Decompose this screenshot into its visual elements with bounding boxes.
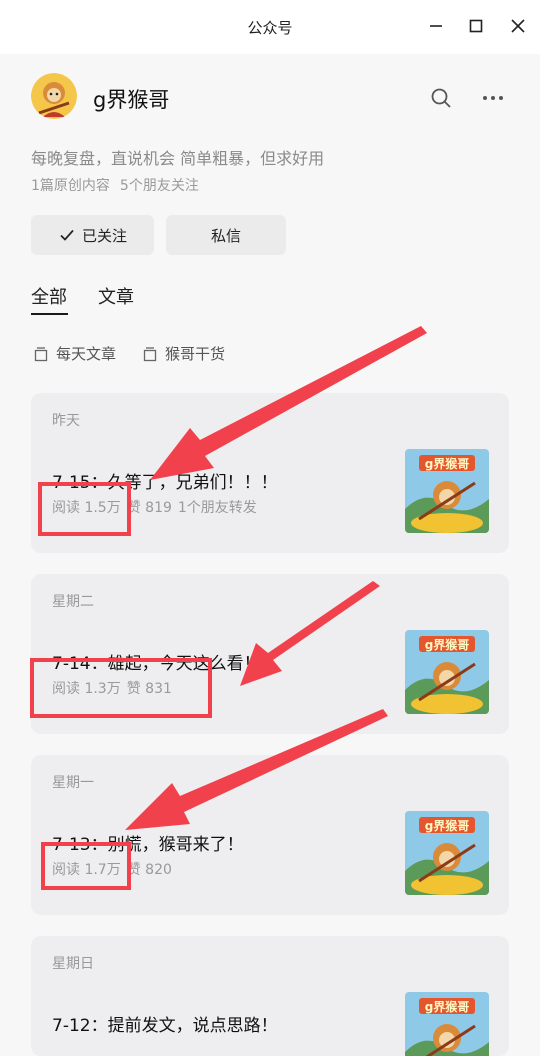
read-count: 阅读 1.5万 bbox=[52, 500, 121, 516]
friends-following[interactable]: 5个朋友关注 bbox=[120, 178, 199, 194]
article-title[interactable]: 7-15：久等了，兄弟们！！！ bbox=[52, 468, 278, 493]
thumbnail-label: g界猴哥 bbox=[425, 999, 470, 1014]
thumbnail-label: g界猴哥 bbox=[425, 637, 470, 652]
article-day: 星期日 bbox=[52, 956, 94, 972]
original-count: 1篇原创内容 bbox=[31, 178, 110, 194]
title-bar: 公众号 bbox=[0, 0, 540, 54]
article-title[interactable]: 7-14：雄起，今天这么看！ bbox=[52, 649, 261, 674]
search-icon[interactable] bbox=[429, 86, 453, 110]
account-name: g界猴哥 bbox=[93, 88, 170, 112]
close-icon[interactable] bbox=[506, 14, 530, 38]
more-icon[interactable] bbox=[480, 86, 506, 110]
avatar[interactable] bbox=[31, 73, 77, 119]
article-day: 星期二 bbox=[52, 594, 94, 610]
article-meta: 阅读 1.3万赞 831 bbox=[52, 678, 172, 698]
account-bio: 每晚复盘，直说机会 简单粗暴，但求好用 bbox=[31, 149, 325, 168]
followed-button-label: 已关注 bbox=[81, 226, 127, 245]
like-count: 赞 820 bbox=[126, 862, 172, 878]
like-count: 赞 819 bbox=[126, 500, 172, 516]
article-day: 星期一 bbox=[52, 775, 94, 791]
article-card[interactable]: 星期一 7-13：别慌，猴哥来了！ 阅读 1.7万赞 820 g界猴哥 bbox=[31, 755, 509, 915]
active-tab-indicator bbox=[31, 313, 68, 315]
article-card[interactable]: 星期日 7-12：提前发文，说点思路！ g界猴哥 bbox=[31, 936, 509, 1056]
article-meta: 阅读 1.5万赞 819 1个朋友转发 bbox=[52, 497, 257, 517]
article-thumbnail[interactable]: g界猴哥 bbox=[405, 811, 489, 895]
article-thumbnail[interactable]: g界猴哥 bbox=[405, 992, 489, 1056]
collection-tips[interactable]: 猴哥干货 bbox=[142, 343, 225, 364]
article-day: 昨天 bbox=[52, 413, 80, 429]
minimize-icon[interactable] bbox=[424, 14, 448, 38]
account-stats: 1篇原创内容 5个朋友关注 bbox=[31, 175, 199, 195]
thumbnail-label: g界猴哥 bbox=[425, 456, 470, 471]
tab-articles[interactable]: 文章 bbox=[98, 283, 134, 309]
article-card[interactable]: 星期二 7-14：雄起，今天这么看！ 阅读 1.3万赞 831 g界猴哥 bbox=[31, 574, 509, 734]
article-thumbnail[interactable]: g界猴哥 bbox=[405, 630, 489, 714]
maximize-icon[interactable] bbox=[464, 14, 488, 38]
message-button-label: 私信 bbox=[210, 226, 241, 245]
check-icon bbox=[60, 229, 74, 241]
article-card[interactable]: 昨天 7-15：久等了，兄弟们！！！ 阅读 1.5万赞 819 1个朋友转发 g界… bbox=[31, 393, 509, 553]
friend-shares: 1个朋友转发 bbox=[177, 500, 257, 516]
collection-daily[interactable]: 每天文章 bbox=[33, 343, 116, 364]
collection-icon bbox=[143, 346, 157, 361]
collection-label: 每天文章 bbox=[56, 345, 117, 363]
article-meta: 阅读 1.7万赞 820 bbox=[52, 859, 172, 879]
collection-label: 猴哥干货 bbox=[165, 345, 226, 363]
article-thumbnail[interactable]: g界猴哥 bbox=[405, 449, 489, 533]
window-title: 公众号 bbox=[247, 19, 293, 37]
followed-button[interactable]: 已关注 bbox=[31, 215, 154, 255]
read-count: 阅读 1.7万 bbox=[52, 862, 121, 878]
thumbnail-label: g界猴哥 bbox=[425, 818, 470, 833]
article-title[interactable]: 7-13：别慌，猴哥来了！ bbox=[52, 830, 244, 855]
message-button[interactable]: 私信 bbox=[166, 215, 286, 255]
read-count: 阅读 1.3万 bbox=[52, 681, 121, 697]
like-count: 赞 831 bbox=[126, 681, 172, 697]
collection-icon bbox=[34, 346, 48, 361]
tab-all[interactable]: 全部 bbox=[31, 283, 67, 309]
